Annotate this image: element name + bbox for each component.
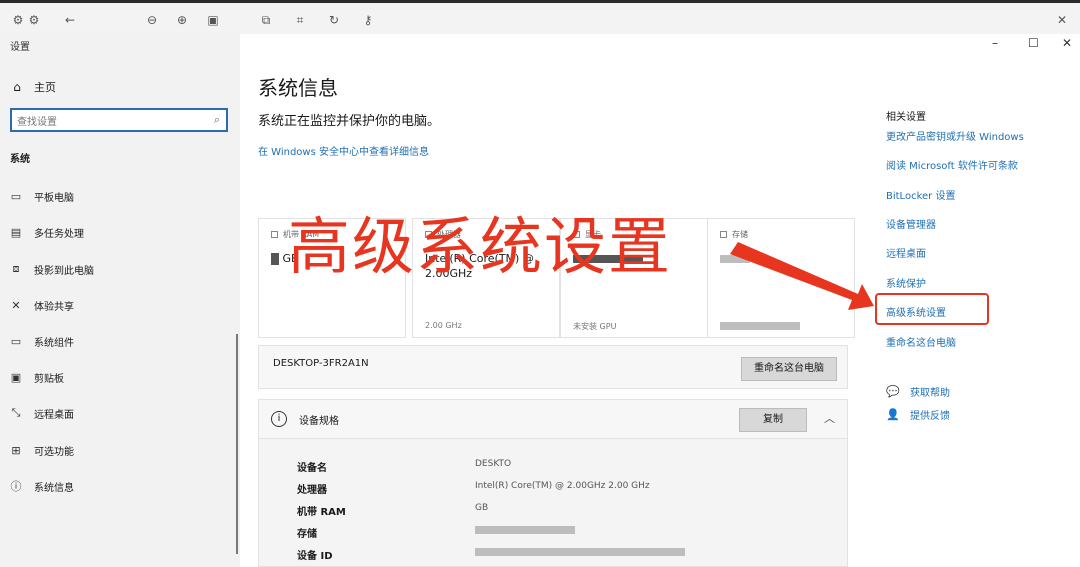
annotation-arrow — [730, 242, 874, 310]
screenshot-stage: ⚙ ⚙ ← ⊖ ⊕ ▣ ⧉ ⌗ ↻ ⚷ ✕ 设置 ⌂ 主页 ⌕ 系统 ▭ 平板电… — [0, 0, 1080, 567]
arrow-shape — [730, 242, 874, 310]
